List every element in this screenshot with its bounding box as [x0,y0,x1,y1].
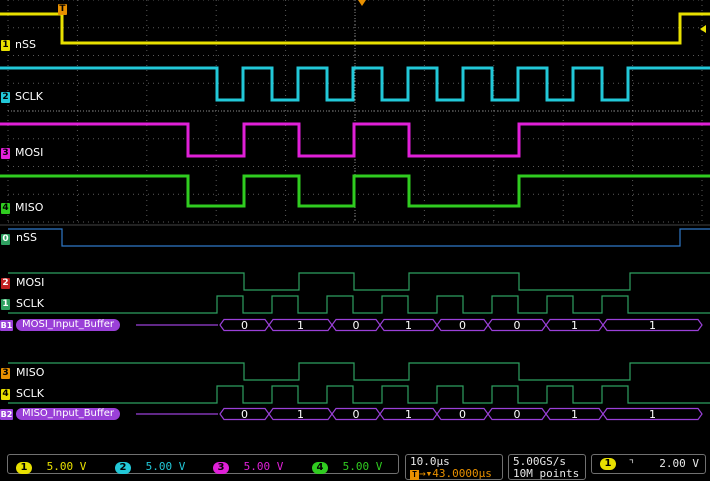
horizontal-panel[interactable]: 10.0µs T →▾43.0000µs [405,454,503,480]
trigger-position: T →▾43.0000µs [410,467,492,480]
vertical-scale-panel[interactable]: 1 5.00 V 2 5.00 V 3 5.00 V 4 5.00 V [7,454,399,474]
ch3-scale-value: 5.00 V [243,460,284,473]
ch3-label: MOSI [15,146,44,159]
d1-marker[interactable]: 1 [1,299,10,310]
record-length: 10M points [513,467,580,480]
ch4-label: MISO [15,201,44,214]
ch1-scale-value: 5.00 V [46,460,87,473]
d0-nss-trace [8,228,710,247]
bus2-marker[interactable]: B2 [0,409,13,420]
bus1-bit-label: 1 [649,319,656,332]
d3-label: MISO [16,366,45,379]
bus2-bit-label: 1 [649,408,656,421]
ch3-mosi-trace [0,122,710,158]
bus1-bit-label: 0 [514,319,521,332]
ch2-label: SCLK [15,90,44,103]
trigger-pos-arrow: →▾ [419,467,433,480]
ch1-label: nSS [15,38,36,51]
d2-marker[interactable]: 2 [1,278,10,289]
bus-decodes: 0 1 0 1 0 0 1 1 0 1 0 1 0 0 1 1 [136,318,703,421]
expansion-point-icon [358,0,366,6]
trigger-source-badge: 1 [600,458,616,470]
bus1-marker[interactable]: B1 [0,320,13,331]
waveform-screen[interactable]: 0 1 0 1 0 0 1 1 0 1 0 1 0 0 1 1 [0,0,710,450]
d0-marker[interactable]: 0 [1,234,10,245]
ch1-marker[interactable]: 1 [1,40,10,51]
d2-label: MOSI [16,276,45,289]
bus2-bit-label: 1 [405,408,412,421]
ch3-badge: 3 [213,462,229,474]
ch1-scale[interactable]: 1 5.00 V [16,460,86,474]
trigger-level-icon[interactable] [700,25,706,33]
trigger-position-marker[interactable]: T [58,4,67,15]
ch3-marker[interactable]: 3 [1,148,10,159]
ch2-marker[interactable]: 2 [1,92,10,103]
bus2-label[interactable]: MISO_Input_Buffer [16,408,121,420]
d4-label: SCLK [16,387,45,400]
d3-miso-trace [8,362,710,381]
bus2-bit-label: 0 [459,408,466,421]
bus1-bit-label: 0 [459,319,466,332]
acquisition-panel[interactable]: 5.00GS/s 10M points [508,454,586,480]
ch4-marker[interactable]: 4 [1,203,10,214]
oscilloscope-display: 0 1 0 1 0 0 1 1 0 1 0 1 0 0 1 1 T 1 nSS 2 SCLK 3 MOSI 4… [0,0,710,481]
bus1-label[interactable]: MOSI_Input_Buffer [16,319,121,331]
bus2-bit-label: 0 [514,408,521,421]
ch4-miso-trace [0,174,710,208]
bus2-bit-label: 1 [571,408,578,421]
bus1-bit-label: 1 [297,319,304,332]
ch2-scale[interactable]: 2 5.00 V [115,460,185,474]
ch4-scale[interactable]: 4 5.00 V [312,460,382,474]
d1-sclk-trace [8,295,710,314]
bus2-bit-label: 0 [353,408,360,421]
bus1-bit-label: 0 [353,319,360,332]
bus1-bit-label: 1 [405,319,412,332]
status-bar: 1 5.00 V 2 5.00 V 3 5.00 V 4 5.00 V 10.0… [0,450,710,481]
bus1-bit-label: 0 [241,319,248,332]
ch3-scale[interactable]: 3 5.00 V [213,460,283,474]
trigger-level-value: 2.00 V [659,457,699,470]
d4-marker[interactable]: 4 [1,389,10,400]
ch1-badge: 1 [16,462,32,474]
d2-mosi-trace [8,272,710,291]
ch2-scale-value: 5.00 V [145,460,186,473]
falling-edge-icon: ⌝ [628,457,635,470]
d3-marker[interactable]: 3 [1,368,10,379]
trigger-pos-value: 43.0000µs [432,467,492,480]
d4-sclk-trace [8,385,710,404]
bus2-bit-label: 0 [241,408,248,421]
bus1-bit-label: 1 [571,319,578,332]
d1-label: SCLK [16,297,45,310]
ch4-badge: 4 [312,462,328,474]
trigger-pos-icon: T [410,470,419,480]
d0-label: nSS [16,231,37,244]
bus2-bit-label: 1 [297,408,304,421]
trigger-panel[interactable]: 1 ⌝ 2.00 V [591,454,706,474]
ch2-badge: 2 [115,462,131,474]
ch4-scale-value: 5.00 V [342,460,383,473]
